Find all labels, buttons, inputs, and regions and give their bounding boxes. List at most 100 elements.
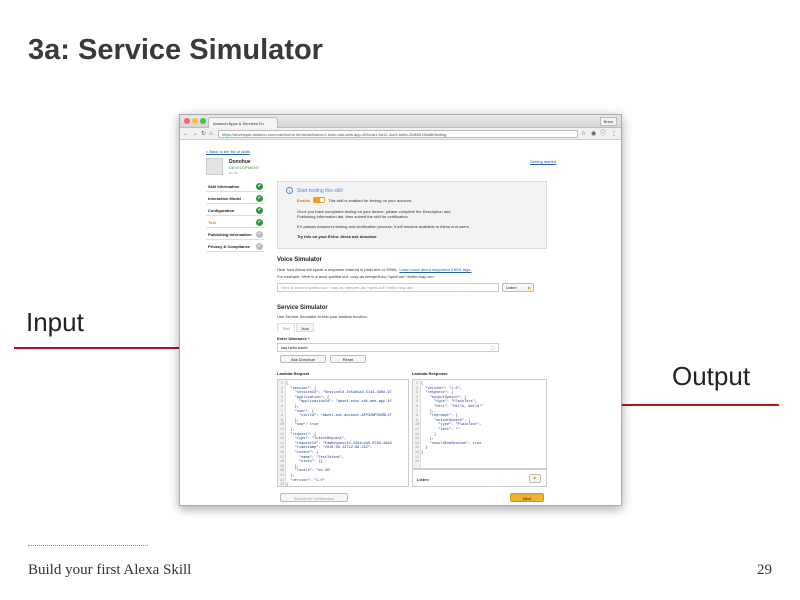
extension-icon[interactable]: ◉ bbox=[591, 130, 596, 138]
code-text: "type": "PlainText", bbox=[421, 400, 478, 405]
sidebar-item-interaction-model[interactable]: Interaction Model ✓ bbox=[206, 193, 264, 204]
code-text: "shouldEndSession": true bbox=[421, 441, 482, 446]
code-text: "applicationId": "amzn1.echo-sdk-ams.app… bbox=[286, 400, 392, 405]
maximize-window-icon[interactable] bbox=[200, 118, 206, 124]
pending-icon: ✓ bbox=[256, 243, 263, 250]
voice-simulator-title: Voice Simulator bbox=[277, 257, 322, 263]
home-icon[interactable]: ⌂ bbox=[209, 130, 213, 138]
submit-certification-button[interactable]: Submit for Certification bbox=[280, 493, 348, 502]
line-number: 23 bbox=[279, 483, 285, 487]
close-window-icon[interactable] bbox=[184, 118, 190, 124]
code-text: "user": { bbox=[286, 409, 315, 414]
code-text: "userId": "amzn1.ask.account.AFP3ZWPOS2B… bbox=[286, 414, 392, 419]
tab-bar: Amazon Apps & Services D× Brian bbox=[180, 115, 621, 128]
address-bar[interactable]: https://developer.amazon.com/edw/home.ht… bbox=[218, 130, 578, 138]
certification-text: If it passes Amazon's testing and certif… bbox=[297, 224, 470, 229]
tab-text[interactable]: Text bbox=[277, 323, 295, 332]
voice-simulator-desc: Hear how Alexa will speak a response ent… bbox=[277, 267, 472, 272]
getting-started-link[interactable]: Getting started bbox=[530, 159, 556, 164]
play-icon: ▶ bbox=[533, 475, 537, 480]
code-text: { bbox=[286, 382, 289, 386]
tab-json[interactable]: Json bbox=[296, 323, 314, 332]
back-icon[interactable]: ← bbox=[183, 130, 189, 138]
ssml-link[interactable]: Learn more about supported SSML tags. bbox=[399, 267, 471, 272]
sidebar-item-label: Publishing Information bbox=[208, 232, 252, 237]
footer-text: Build your first Alexa Skill bbox=[28, 562, 192, 578]
code-text: { bbox=[421, 382, 424, 386]
ask-donohue-button[interactable]: Ask Donohue bbox=[280, 355, 326, 363]
code-text: }, bbox=[421, 409, 434, 414]
code-text: }, bbox=[421, 437, 434, 442]
sidebar-item-label: Configuration bbox=[208, 208, 235, 213]
code-text: "sessionId": "SessionId.1b5a64a2-5143-49… bbox=[286, 391, 392, 396]
reload-icon[interactable]: ↻ bbox=[201, 130, 206, 138]
enable-toggle[interactable] bbox=[313, 197, 325, 203]
utterance-input[interactable]: say hello world ◯ bbox=[277, 343, 499, 352]
code-text: "new": true bbox=[286, 423, 319, 428]
sidebar-item-label: Interaction Model bbox=[208, 196, 242, 201]
service-simulator-desc: Use Service Simulator to test your lambd… bbox=[277, 314, 368, 319]
code-text: "text": "" bbox=[421, 428, 460, 432]
minimize-window-icon[interactable] bbox=[192, 118, 198, 124]
response-play-button[interactable]: ▶ bbox=[529, 474, 541, 483]
sidebar-item-configuration[interactable]: Configuration ✓ bbox=[206, 205, 264, 216]
lambda-request-editor[interactable]: 1{2 "session": {3 "sessionId": "SessionI… bbox=[277, 379, 409, 487]
sidebar-item-label: Test bbox=[208, 220, 216, 225]
forward-icon[interactable]: → bbox=[192, 130, 198, 138]
input-callout: Input bbox=[26, 307, 84, 337]
url-scheme: https:// bbox=[222, 132, 235, 137]
response-listen-bar: Listen ▶ bbox=[412, 469, 547, 487]
lambda-response-editor[interactable]: 1{2 "version": "1.0", 3 "response": {4 "o… bbox=[412, 379, 547, 469]
try-on-echo-text: Try this on your Echo: Alexa ask donohue bbox=[297, 234, 377, 239]
skill-locale: en-US bbox=[229, 171, 238, 175]
code-text: "response": { bbox=[421, 391, 454, 396]
clear-input-icon[interactable]: ◯ bbox=[491, 345, 495, 350]
bookmark-star-icon[interactable]: ☆ bbox=[581, 130, 586, 138]
sidebar-item-label: Privacy & Compliance bbox=[208, 244, 251, 249]
next-button[interactable]: Next bbox=[510, 493, 544, 502]
skill-thumbnail bbox=[206, 158, 223, 175]
play-icon: ▶ bbox=[527, 285, 531, 290]
code-line: 23} bbox=[278, 483, 408, 487]
voice-simulator-example: For example: Here is a word spelled out:… bbox=[277, 274, 436, 279]
completion-text-2: Publishing Information tab, then submit … bbox=[297, 214, 409, 219]
output-callout: Output bbox=[672, 361, 751, 391]
enable-text: This skill is enabled for testing on you… bbox=[328, 198, 413, 203]
code-text: "version": "1.0", bbox=[421, 386, 462, 391]
sidebar-item-privacy-compliance[interactable]: Privacy & Compliance ✓ bbox=[206, 241, 264, 252]
lambda-request-title: Lambda Request bbox=[277, 371, 310, 376]
slide-title: 3a: Service Simulator bbox=[28, 34, 323, 66]
code-text: "name": "TestIntent", bbox=[286, 455, 345, 460]
url-text: developer.amazon.com/edw/home.html#/skil… bbox=[234, 132, 447, 137]
sidebar-item-skill-information[interactable]: Skill Information ✓ bbox=[206, 181, 264, 192]
checkmark-icon: ✓ bbox=[256, 207, 263, 214]
checkmark-icon: ✓ bbox=[256, 219, 263, 226]
lambda-response-title: Lambda Response bbox=[412, 371, 448, 376]
sidebar-item-publishing-information[interactable]: Publishing Information ✓ bbox=[206, 229, 264, 240]
code-text: "slots": {} bbox=[286, 460, 323, 465]
browser-window: Amazon Apps & Services D× Brian ← → ↻ ⌂ … bbox=[179, 114, 622, 506]
code-text: "locale": "en-US" bbox=[286, 469, 332, 474]
ssml-input[interactable]: Here is a word spelled out: <say-as inte… bbox=[277, 283, 499, 292]
info-icon[interactable]: ⓘ bbox=[600, 130, 606, 138]
voice-listen-button[interactable]: Listen ▶ bbox=[502, 283, 534, 292]
code-text: }, bbox=[286, 428, 295, 432]
sidebar-item-test[interactable]: Test ✓ bbox=[206, 217, 264, 228]
browser-tab[interactable]: Amazon Apps & Services D× bbox=[208, 117, 278, 128]
footer-divider bbox=[28, 545, 148, 546]
back-to-skills-link[interactable]: < Back to the list of skills bbox=[206, 149, 250, 154]
code-text: } bbox=[421, 451, 424, 455]
code-text: "session": { bbox=[286, 386, 317, 391]
code-text: "text": "Hello, World!" bbox=[421, 405, 484, 409]
info-circle-icon: i bbox=[286, 187, 293, 194]
menu-icon[interactable]: ⋮ bbox=[611, 130, 617, 138]
reset-button[interactable]: Reset bbox=[330, 355, 366, 363]
checkmark-icon: ✓ bbox=[256, 195, 263, 202]
profile-button[interactable]: Brian bbox=[599, 117, 617, 126]
code-text: } bbox=[421, 446, 428, 451]
code-text: "version": "1.0" bbox=[286, 478, 325, 483]
code-text: "request": { bbox=[286, 432, 317, 437]
response-listen-label: Listen bbox=[417, 477, 429, 482]
code-text: } bbox=[286, 483, 289, 487]
code-text: "type": "PlainText", bbox=[421, 423, 482, 428]
